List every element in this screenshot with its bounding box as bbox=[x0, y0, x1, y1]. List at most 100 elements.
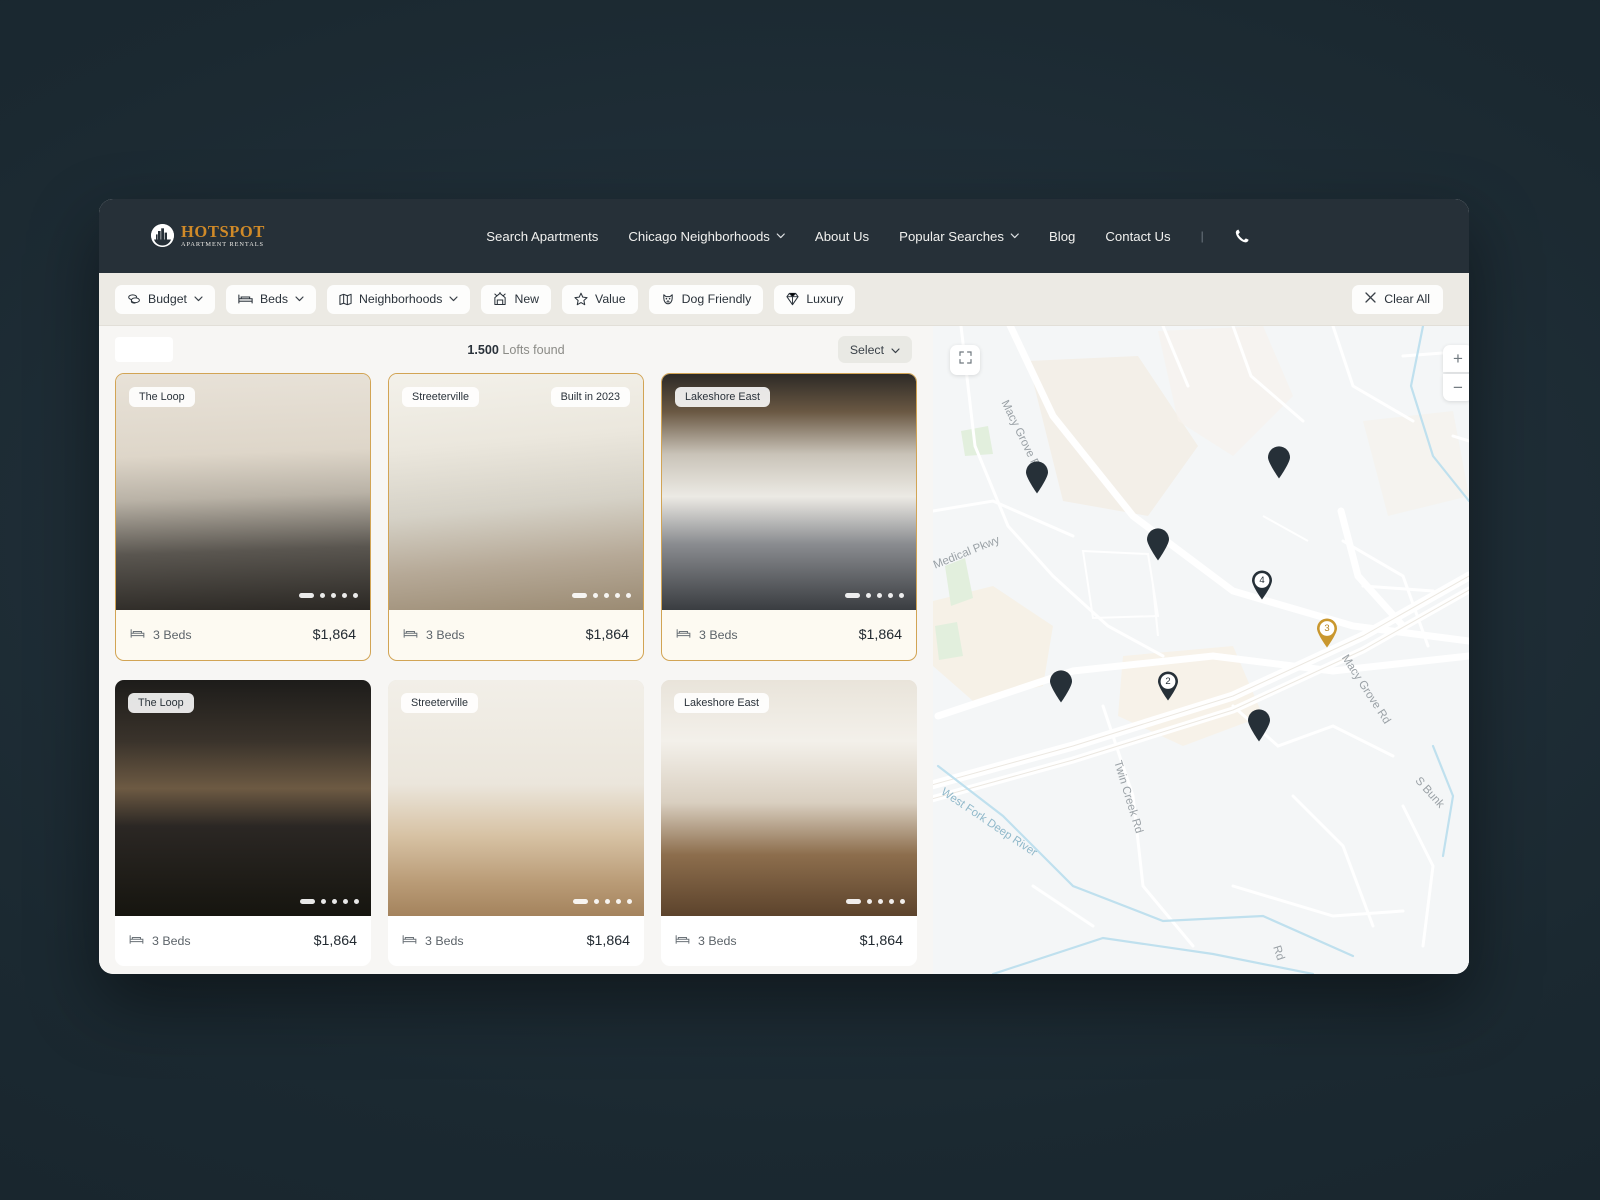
listing-photo-image bbox=[388, 680, 644, 916]
carousel-dot[interactable] bbox=[846, 899, 861, 904]
view-toggle-placeholder[interactable] bbox=[115, 337, 173, 362]
map-zoom-out-button[interactable]: − bbox=[1443, 374, 1469, 401]
listing-photo-image bbox=[116, 374, 370, 610]
brand-subtitle: APARTMENT RENTALS bbox=[181, 241, 264, 249]
listing-photo[interactable]: Streeterville Built in 2023 bbox=[389, 374, 643, 610]
listing-photo[interactable]: Streeterville bbox=[388, 680, 644, 916]
listing-photo[interactable]: The Loop bbox=[115, 680, 371, 916]
carousel-dot[interactable] bbox=[593, 593, 598, 598]
carousel-dot[interactable] bbox=[299, 593, 314, 598]
listing-card[interactable]: Lakeshore East 3 Beds $1,864 bbox=[661, 680, 917, 966]
expand-icon bbox=[958, 351, 972, 369]
filter-chip-luxury[interactable]: Luxury bbox=[774, 284, 856, 314]
listing-photo-image bbox=[389, 374, 643, 610]
nav-item-search-apartments[interactable]: Search Apartments bbox=[486, 229, 598, 244]
carousel-dot[interactable] bbox=[889, 899, 894, 904]
nav-item-blog[interactable]: Blog bbox=[1049, 229, 1075, 244]
nav-item-about-us[interactable]: About Us bbox=[815, 229, 869, 244]
filter-chip-budget[interactable]: Budget bbox=[115, 284, 215, 314]
carousel-dot[interactable] bbox=[605, 899, 610, 904]
carousel-dots[interactable] bbox=[573, 899, 632, 904]
map-cluster-pin[interactable]: 2 bbox=[1157, 671, 1179, 701]
map-cluster-pin[interactable]: 4 bbox=[1251, 570, 1273, 600]
clear-all-button[interactable]: Clear All bbox=[1352, 284, 1443, 314]
map-fullscreen-button[interactable] bbox=[950, 345, 980, 375]
map-pin[interactable] bbox=[1146, 528, 1170, 561]
filter-chip-beds[interactable]: Beds bbox=[225, 284, 317, 314]
content-area: 1.500 Lofts found Select The Loop 3 Beds $… bbox=[99, 326, 1469, 974]
carousel-dot[interactable] bbox=[342, 593, 347, 598]
map-pin-count: 3 bbox=[1324, 623, 1330, 634]
carousel-dots[interactable] bbox=[845, 593, 904, 598]
skyline-logo-icon bbox=[151, 224, 174, 248]
listing-photo[interactable]: Lakeshore East bbox=[662, 374, 916, 610]
listing-card[interactable]: Streeterville 3 Beds $1,864 bbox=[388, 680, 644, 966]
carousel-dot[interactable] bbox=[888, 593, 893, 598]
carousel-dot[interactable] bbox=[300, 899, 315, 904]
carousel-dot[interactable] bbox=[877, 593, 882, 598]
carousel-dots[interactable] bbox=[300, 899, 359, 904]
bed-icon bbox=[129, 934, 144, 948]
carousel-dot[interactable] bbox=[354, 899, 359, 904]
filter-chip-label: New bbox=[514, 292, 540, 306]
listing-photo-image bbox=[661, 680, 917, 916]
map-pin[interactable] bbox=[1049, 670, 1073, 703]
carousel-dot[interactable] bbox=[845, 593, 860, 598]
listing-card[interactable]: Streeterville Built in 2023 3 Beds $1,864 bbox=[388, 373, 644, 661]
map-panel[interactable]: + − Macy Grove Rd Medical Pkwy Macy Grove … bbox=[933, 326, 1469, 974]
carousel-dot[interactable] bbox=[878, 899, 883, 904]
carousel-dots[interactable] bbox=[299, 593, 358, 598]
chevron-down-icon bbox=[891, 343, 900, 357]
map-pin[interactable] bbox=[1247, 709, 1271, 742]
bed-icon bbox=[130, 628, 145, 642]
carousel-dot[interactable] bbox=[866, 593, 871, 598]
carousel-dot[interactable] bbox=[331, 593, 336, 598]
nav-item-label: Blog bbox=[1048, 228, 1076, 244]
results-count-number: 1.500 bbox=[467, 342, 499, 357]
filter-chip-new[interactable]: New bbox=[481, 284, 552, 314]
results-panel: 1.500 Lofts found Select The Loop 3 Beds $… bbox=[99, 326, 933, 974]
filter-chip-neighborhoods[interactable]: Neighborhoods bbox=[327, 284, 471, 314]
nav-item-chicago-neighborhoods[interactable]: Chicago Neighborhoods bbox=[628, 229, 785, 244]
carousel-dot[interactable] bbox=[900, 899, 905, 904]
chevron-down-icon bbox=[776, 233, 785, 239]
carousel-dot[interactable] bbox=[616, 899, 621, 904]
carousel-dot[interactable] bbox=[353, 593, 358, 598]
budget-icon bbox=[127, 292, 141, 306]
listing-card[interactable]: The Loop 3 Beds $1,864 bbox=[115, 373, 371, 661]
carousel-dot[interactable] bbox=[594, 899, 599, 904]
map-pin[interactable] bbox=[1025, 461, 1049, 494]
map-pin-count: 4 bbox=[1259, 575, 1265, 586]
carousel-dot[interactable] bbox=[604, 593, 609, 598]
carousel-dot[interactable] bbox=[573, 899, 588, 904]
sort-select[interactable]: Select bbox=[837, 336, 912, 363]
map-pin[interactable] bbox=[1267, 446, 1291, 479]
carousel-dot[interactable] bbox=[899, 593, 904, 598]
nav-item-popular-searches[interactable]: Popular Searches bbox=[899, 229, 1019, 244]
carousel-dot[interactable] bbox=[320, 593, 325, 598]
nav-item-contact-us[interactable]: Contact Us bbox=[1105, 229, 1170, 244]
carousel-dot[interactable] bbox=[615, 593, 620, 598]
carousel-dot[interactable] bbox=[626, 593, 631, 598]
carousel-dot[interactable] bbox=[867, 899, 872, 904]
map-zoom-in-button[interactable]: + bbox=[1443, 345, 1469, 372]
carousel-dots[interactable] bbox=[846, 899, 905, 904]
phone-icon[interactable] bbox=[1234, 228, 1250, 244]
carousel-dot[interactable] bbox=[321, 899, 326, 904]
filter-chip-value[interactable]: Value bbox=[562, 284, 638, 314]
brand-logo[interactable]: HOTSPOT APARTMENT RENTALS bbox=[151, 223, 265, 249]
close-icon bbox=[1365, 292, 1376, 306]
listing-card[interactable]: The Loop 3 Beds $1,864 bbox=[115, 680, 371, 966]
listing-photo[interactable]: Lakeshore East bbox=[661, 680, 917, 916]
listing-photo[interactable]: The Loop bbox=[116, 374, 370, 610]
carousel-dots[interactable] bbox=[572, 593, 631, 598]
listing-card[interactable]: Lakeshore East 3 Beds $1,864 bbox=[661, 373, 917, 661]
listing-footer: 3 Beds $1,864 bbox=[662, 610, 916, 660]
clear-all-label: Clear All bbox=[1384, 292, 1430, 306]
carousel-dot[interactable] bbox=[572, 593, 587, 598]
map-cluster-pin[interactable]: 3 bbox=[1316, 618, 1338, 648]
carousel-dot[interactable] bbox=[332, 899, 337, 904]
carousel-dot[interactable] bbox=[343, 899, 348, 904]
filter-chip-dog-friendly[interactable]: Dog Friendly bbox=[648, 284, 764, 314]
carousel-dot[interactable] bbox=[627, 899, 632, 904]
